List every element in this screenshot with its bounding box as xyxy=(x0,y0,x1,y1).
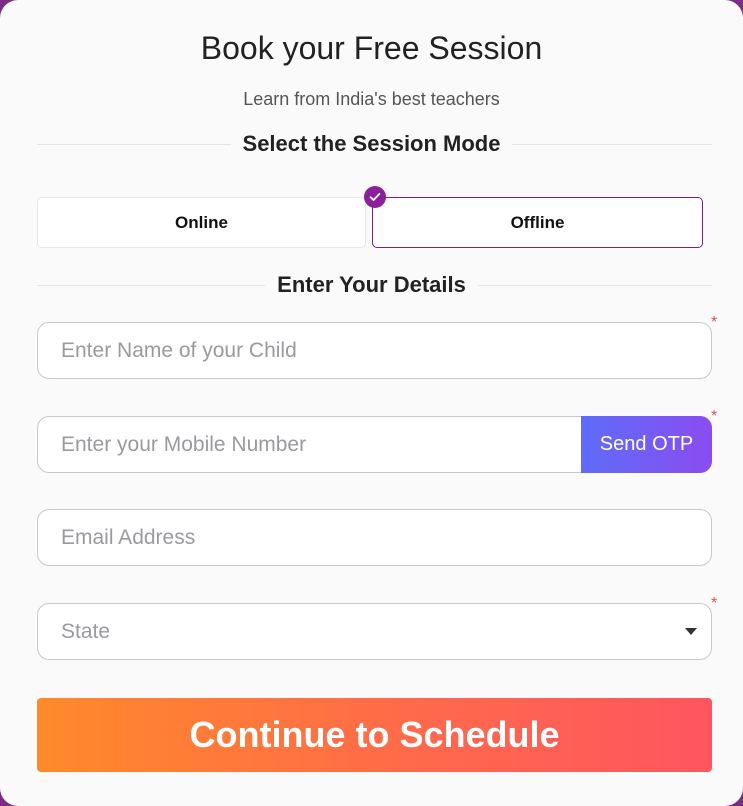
caret-down-icon xyxy=(685,628,697,635)
booking-card: Book your Free Session Learn from India'… xyxy=(0,0,743,806)
mode-option-online-label: Online xyxy=(175,212,228,232)
required-marker-mobile: * xyxy=(711,408,718,425)
check-icon xyxy=(364,186,386,208)
mode-option-offline[interactable]: Offline xyxy=(372,197,703,248)
state-select-value: State xyxy=(61,619,111,643)
email-input[interactable] xyxy=(38,510,711,565)
required-marker-name: * xyxy=(711,314,718,331)
child-name-input[interactable] xyxy=(38,323,711,378)
required-marker-state: * xyxy=(711,595,718,612)
page-title: Book your Free Session xyxy=(200,30,543,66)
mobile-number-input[interactable] xyxy=(38,417,583,472)
send-otp-button[interactable]: Send OTP xyxy=(581,416,712,473)
continue-to-schedule-button[interactable]: Continue to Schedule xyxy=(37,698,712,772)
session-mode-heading: Select the Session Mode xyxy=(0,131,743,157)
details-heading-text: Enter Your Details xyxy=(265,272,478,297)
mode-option-online[interactable]: Online xyxy=(37,197,366,248)
page-subtitle: Learn from India's best teachers xyxy=(243,89,500,109)
session-mode-heading-text: Select the Session Mode xyxy=(230,131,513,156)
details-heading: Enter Your Details xyxy=(0,272,743,298)
child-name-field-wrapper xyxy=(37,322,712,379)
email-field-wrapper xyxy=(37,509,712,566)
mode-option-offline-label: Offline xyxy=(510,212,565,232)
state-select[interactable]: State xyxy=(37,603,712,660)
